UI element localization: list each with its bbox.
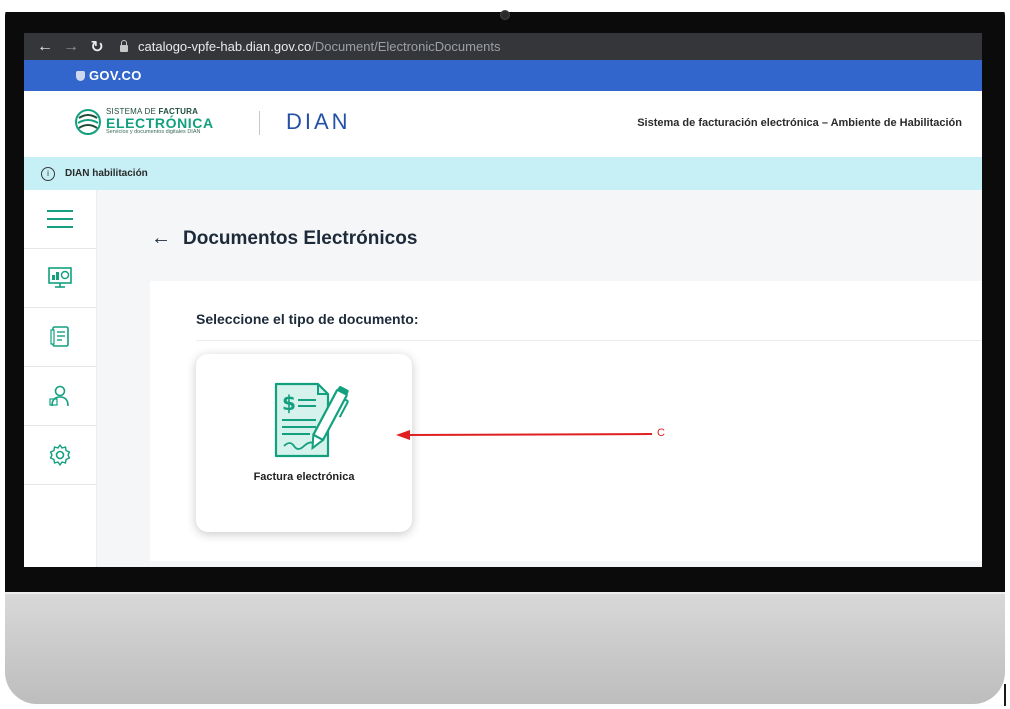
govco-logo[interactable]: GOV.CO (76, 68, 142, 83)
header-divider (259, 111, 260, 135)
environment-label: DIAN habilitación (65, 168, 148, 179)
url-path: /Document/ElectronicDocuments (311, 39, 501, 54)
site-header: SISTEMA DE FACTURA ELECTRÓNICA Servicios… (24, 91, 982, 158)
document-card-label: Factura electrónica (253, 471, 355, 483)
dian-logo[interactable]: DIAN (286, 111, 351, 133)
page-title: Documentos Electrónicos (183, 227, 418, 249)
sidebar-menu-toggle[interactable] (24, 190, 96, 249)
document-card-factura-electronica[interactable]: $ Factura electrónica (196, 354, 412, 532)
svg-text:$: $ (282, 391, 296, 415)
sfe-line3: Servicios y documentos digitales DIAN (106, 129, 201, 136)
documents-icon (50, 326, 69, 347)
arrow-right-icon[interactable]: → (58, 38, 84, 56)
environment-banner: i DIAN habilitación (24, 157, 982, 190)
arrow-left-icon[interactable]: ← (32, 38, 58, 56)
main-content: ← Documentos Electrónicos Seleccione el … (97, 190, 982, 567)
header-title: Sistema de facturación electrónica – Amb… (637, 117, 962, 129)
govco-bar: GOV.CO (24, 60, 982, 91)
annotation-letter: C (657, 427, 665, 439)
sfe-logo[interactable]: SISTEMA DE FACTURA ELECTRÓNICA Servicios… (74, 108, 214, 136)
section-divider (196, 340, 982, 341)
settings-icon (49, 444, 71, 466)
sidebar-item-settings[interactable] (24, 426, 96, 485)
dashboard-icon (48, 267, 72, 288)
address-bar[interactable]: catalogo-vpfe-hab.dian.gov.co/Document/E… (120, 39, 501, 54)
document-selection-panel: Seleccione el tipo de documento: $ Factu… (150, 281, 982, 561)
sfe-line2: ELECTRÓNICA (106, 115, 214, 132)
lock-icon (120, 39, 128, 52)
users-icon (49, 385, 69, 407)
reload-icon[interactable]: ↻ (84, 37, 110, 57)
sidebar (24, 190, 97, 567)
sidebar-item-users[interactable] (24, 367, 96, 426)
sidebar-item-documents[interactable] (24, 308, 96, 367)
govco-label: GOV.CO (89, 68, 142, 83)
page-header: ← Documentos Electrónicos (151, 227, 417, 250)
back-arrow-icon[interactable]: ← (151, 227, 171, 250)
sidebar-item-dashboard[interactable] (24, 249, 96, 308)
screen: ← → ↻ catalogo-vpfe-hab.dian.gov.co/Docu… (24, 33, 982, 567)
menu-icon (47, 210, 73, 228)
monitor-chin (5, 592, 1005, 704)
invoice-icon: $ (274, 382, 350, 458)
monitor-stand-edge (1004, 684, 1006, 706)
dian-logo-text: DIAN (286, 109, 351, 134)
sfe-logo-icon (75, 109, 101, 135)
browser-toolbar: ← → ↻ catalogo-vpfe-hab.dian.gov.co/Docu… (24, 33, 982, 60)
info-icon: i (41, 166, 55, 181)
webcam (500, 10, 510, 20)
shield-icon (76, 71, 85, 81)
url-host: catalogo-vpfe-hab.dian.gov.co (138, 39, 312, 54)
section-title: Seleccione el tipo de documento: (196, 311, 419, 327)
